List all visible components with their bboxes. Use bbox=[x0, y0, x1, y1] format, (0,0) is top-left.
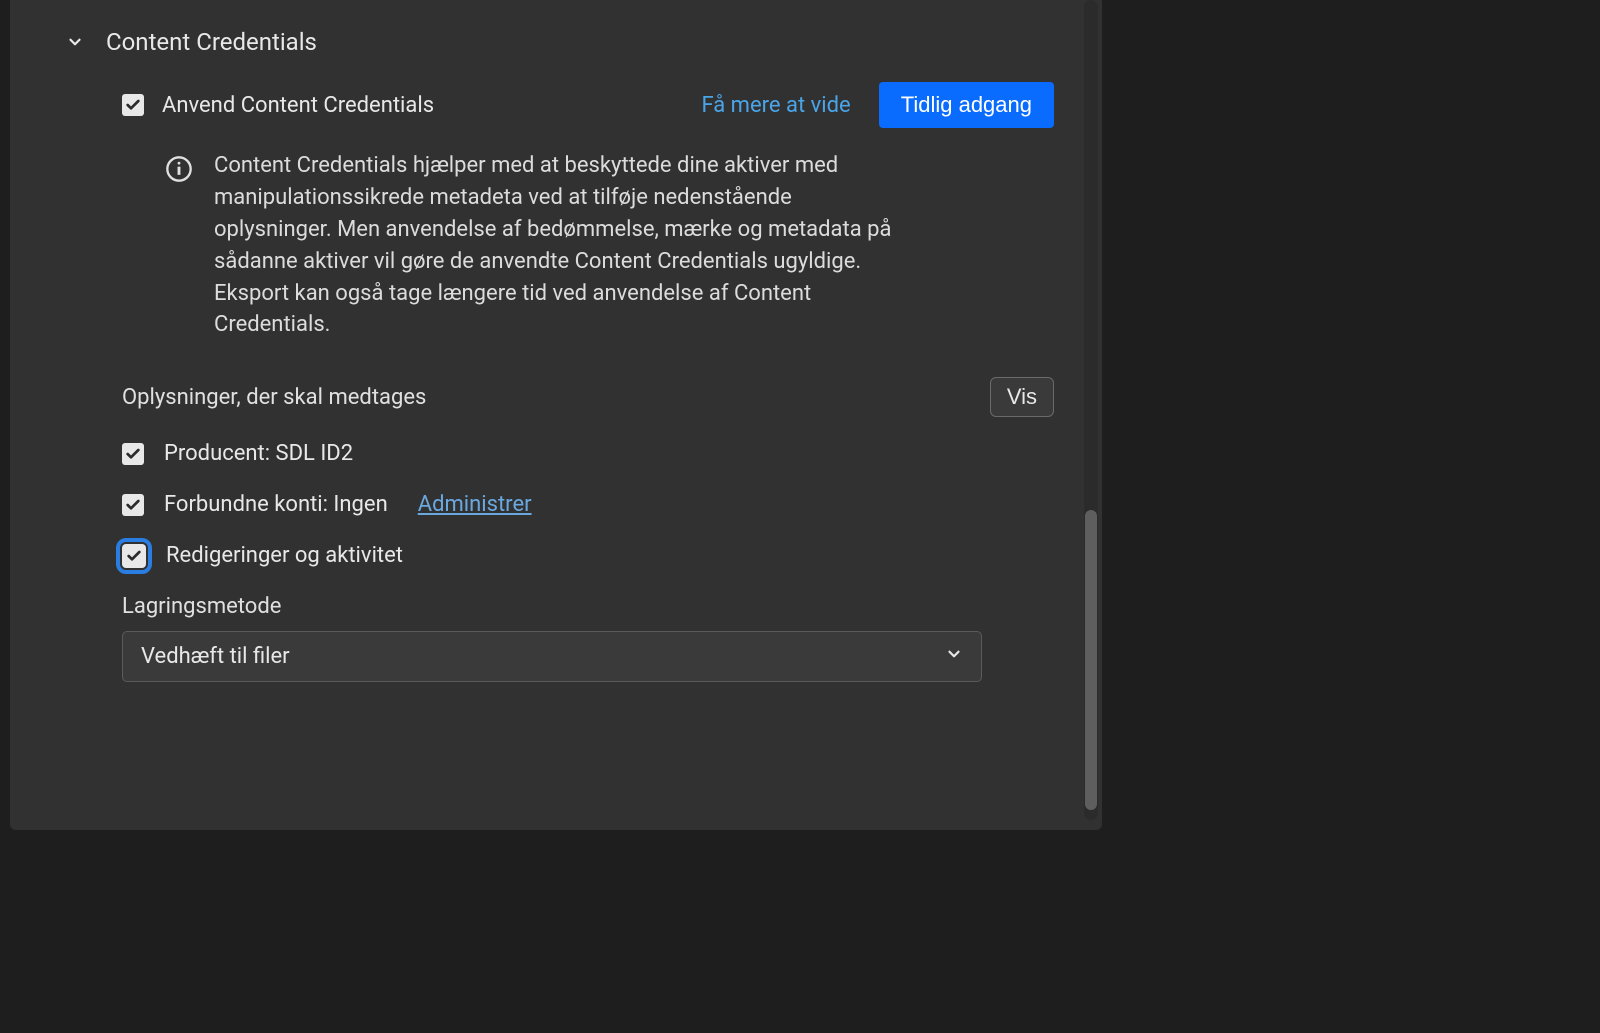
content-credentials-panel: Content Credentials Anvend Content Crede… bbox=[10, 0, 1102, 830]
apply-row: Anvend Content Credentials Få mere at vi… bbox=[122, 82, 1054, 128]
storage-selected-value: Vedhæft til filer bbox=[141, 644, 290, 669]
apply-content-credentials-checkbox[interactable] bbox=[122, 94, 144, 116]
early-access-button[interactable]: Tidlig adgang bbox=[879, 82, 1054, 128]
show-button[interactable]: Vis bbox=[990, 377, 1054, 417]
producer-row: Producent: SDL ID2 bbox=[122, 441, 1054, 466]
include-header-row: Oplysninger, der skal medtages Vis bbox=[122, 377, 1054, 417]
accounts-row: Forbundne konti: Ingen Administrer bbox=[122, 492, 1054, 517]
producer-label: Producent: SDL ID2 bbox=[164, 441, 353, 466]
accounts-checkbox[interactable] bbox=[122, 494, 144, 516]
edits-activity-checkbox[interactable] bbox=[122, 544, 146, 568]
chevron-down-icon bbox=[945, 644, 963, 669]
accounts-label: Forbundne konti: Ingen bbox=[164, 492, 388, 517]
apply-label: Anvend Content Credentials bbox=[162, 93, 434, 118]
edits-row: Redigeringer og aktivitet bbox=[122, 543, 1054, 568]
section-header[interactable]: Content Credentials bbox=[66, 28, 1054, 56]
producer-checkbox[interactable] bbox=[122, 443, 144, 465]
manage-link[interactable]: Administrer bbox=[418, 492, 532, 517]
scrollbar-track[interactable] bbox=[1084, 0, 1098, 820]
info-text: Content Credentials hjælper med at besky… bbox=[214, 150, 894, 341]
storage-label: Lagringsmetode bbox=[122, 594, 1054, 619]
storage-method-select[interactable]: Vedhæft til filer bbox=[122, 631, 982, 682]
section-title: Content Credentials bbox=[106, 28, 317, 56]
info-block: Content Credentials hjælper med at besky… bbox=[164, 150, 1054, 341]
learn-more-link[interactable]: Få mere at vide bbox=[701, 93, 850, 118]
scrollbar-thumb[interactable] bbox=[1085, 510, 1097, 810]
info-icon bbox=[164, 154, 194, 184]
edits-label: Redigeringer og aktivitet bbox=[166, 543, 403, 568]
include-header: Oplysninger, der skal medtages bbox=[122, 385, 426, 410]
chevron-down-icon bbox=[66, 33, 84, 51]
